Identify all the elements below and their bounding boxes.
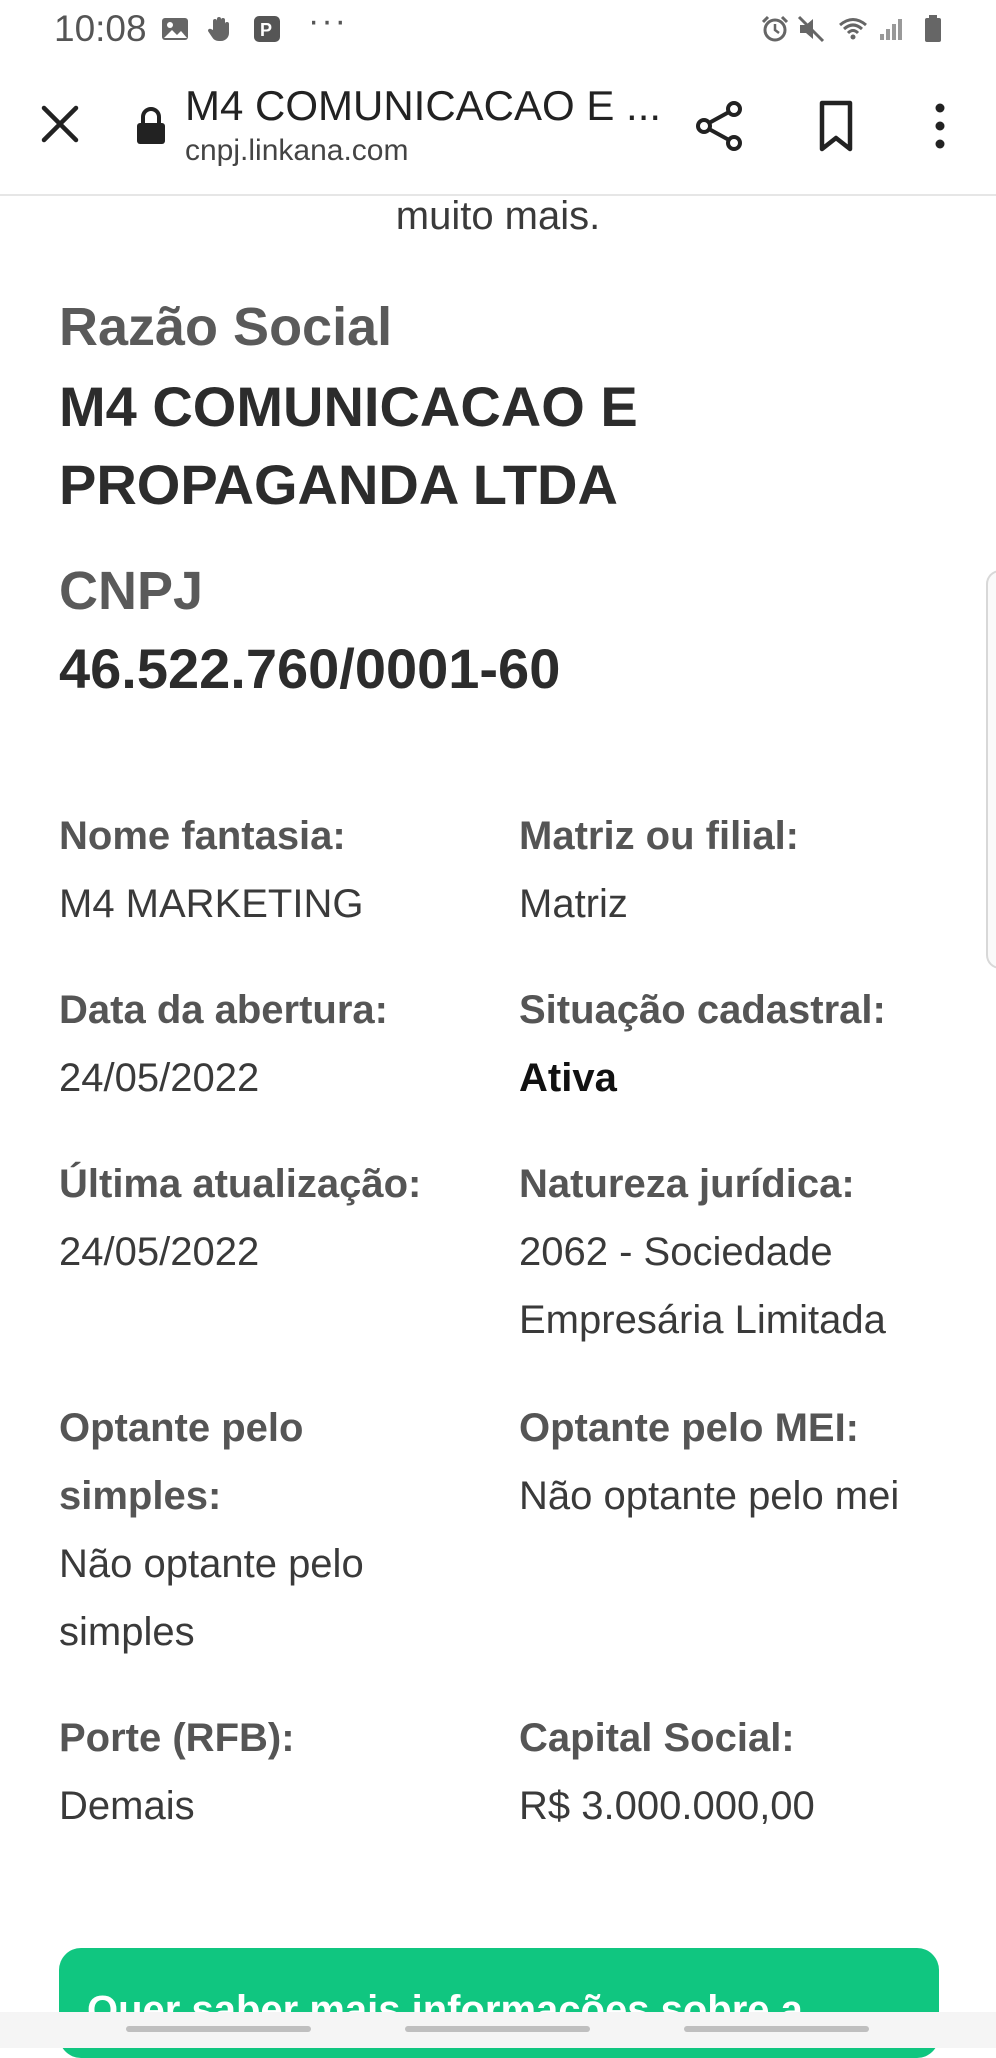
nome-fantasia-label: Nome fantasia:	[59, 814, 346, 858]
optante-simples-label-line1: Optante pelo	[59, 1406, 304, 1450]
razao-social-value-line2: PROPAGANDA LTDA	[59, 453, 618, 516]
battery-icon	[925, 15, 941, 42]
optante-simples-value-line2: simples	[59, 1610, 195, 1654]
nav-gesture-right[interactable]	[684, 2026, 869, 2032]
optante-simples-value-line1: Não optante pelo	[59, 1542, 364, 1586]
parking-app-icon: P	[254, 16, 280, 42]
more-vert-icon[interactable]	[920, 98, 960, 154]
optante-mei-value: Não optante pelo mei	[519, 1474, 900, 1518]
data-abertura-value: 24/05/2022	[59, 1056, 260, 1100]
nav-gesture-center[interactable]	[405, 2026, 590, 2032]
cnpj-label: CNPJ	[59, 561, 204, 621]
hand-icon	[207, 17, 229, 42]
signal-icon	[880, 19, 902, 40]
natureza-juridica-value-line2: Empresária Limitada	[519, 1298, 886, 1342]
browser-toolbar: M4 COMUNICACAO E ... cnpj.linkana.com	[0, 62, 996, 196]
data-abertura-label: Data da abertura:	[59, 988, 388, 1032]
gesture-nav-bar	[0, 2012, 996, 2048]
intro-text-tail: muito mais.	[395, 194, 601, 238]
status-time: 10:08	[54, 8, 147, 49]
porte-label: Porte (RFB):	[59, 1716, 295, 1760]
ultima-atualizacao-value: 24/05/2022	[59, 1230, 260, 1274]
razao-social-label: Razão Social	[59, 297, 393, 357]
page-title[interactable]: M4 COMUNICACAO E ...	[185, 82, 661, 130]
gallery-icon	[162, 18, 188, 40]
more-notifications: ···	[308, 2, 348, 40]
bookmark-icon[interactable]	[810, 98, 862, 154]
matriz-filial-value: Matriz	[519, 882, 628, 926]
share-icon[interactable]	[692, 98, 748, 154]
wifi-icon	[839, 18, 867, 40]
situacao-cadastral-label: Situação cadastral:	[519, 988, 886, 1032]
porte-value: Demais	[59, 1784, 195, 1828]
nav-gesture-left[interactable]	[126, 2026, 311, 2032]
mute-icon	[797, 15, 825, 43]
ultima-atualizacao-label: Última atualização:	[59, 1162, 422, 1206]
optante-simples-label-line2: simples:	[59, 1474, 222, 1518]
svg-text:P: P	[260, 20, 272, 40]
natureza-juridica-label: Natureza jurídica:	[519, 1162, 855, 1206]
nome-fantasia-value: M4 MARKETING	[59, 882, 364, 926]
side-panel-handle[interactable]	[986, 570, 996, 969]
status-bar: 10:08 P ···	[0, 0, 996, 62]
optante-mei-label: Optante pelo MEI:	[519, 1406, 859, 1450]
page-url[interactable]: cnpj.linkana.com	[185, 134, 408, 168]
matriz-filial-label: Matriz ou filial:	[519, 814, 799, 858]
lock-icon	[137, 107, 165, 144]
capital-social-value: R$ 3.000.000,00	[519, 1784, 815, 1828]
natureza-juridica-value-line1: 2062 - Sociedade	[519, 1230, 833, 1274]
cnpj-value: 46.522.760/0001-60	[59, 637, 561, 700]
razao-social-value-line1: M4 COMUNICACAO E	[59, 375, 638, 438]
close-icon[interactable]	[36, 100, 84, 148]
capital-social-label: Capital Social:	[519, 1716, 795, 1760]
alarm-icon	[761, 15, 789, 42]
situacao-cadastral-value: Ativa	[519, 1056, 617, 1100]
